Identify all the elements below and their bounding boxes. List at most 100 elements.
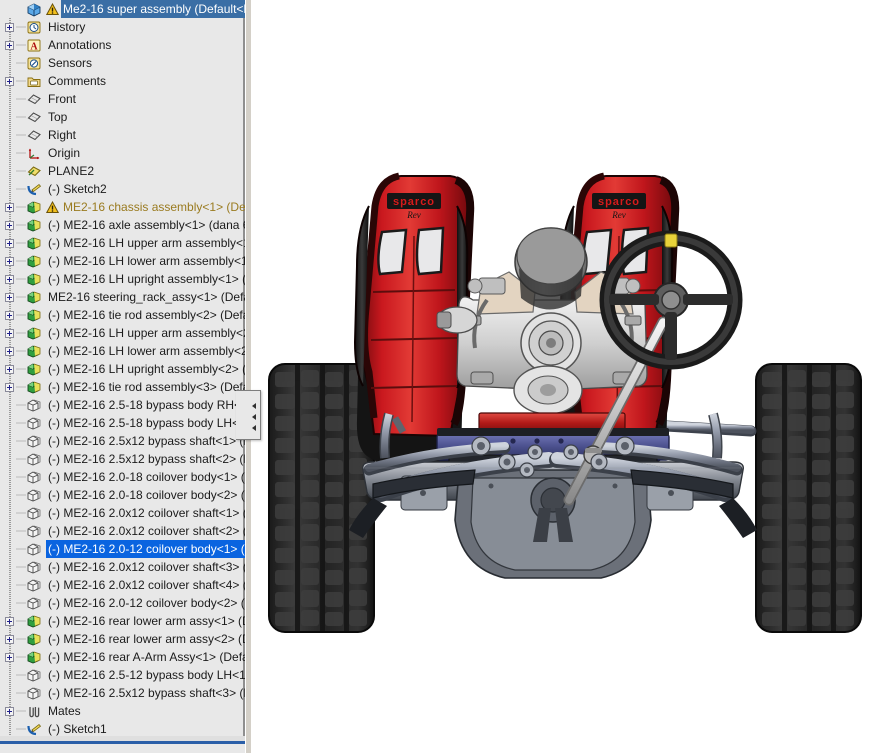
- expand-plus-icon[interactable]: [5, 293, 14, 302]
- feature-tree-item[interactable]: Origin: [0, 144, 245, 162]
- feature-tree-item-label: PLANE2: [46, 162, 96, 180]
- chevron-left-icon: [252, 403, 256, 409]
- expand-plus-icon[interactable]: [5, 23, 14, 32]
- tree-indent-spacer: [5, 473, 14, 482]
- part-icon: [26, 398, 43, 413]
- origin-axes-icon: [26, 146, 43, 161]
- feature-tree-item[interactable]: (-) ME2-16 LH lower arm assembly<1>: [0, 252, 245, 270]
- part-icon: [26, 452, 43, 467]
- tree-connector: [16, 360, 26, 378]
- expand-plus-icon[interactable]: [5, 329, 14, 338]
- tree-indent-spacer: [5, 455, 14, 464]
- expand-plus-icon[interactable]: [5, 311, 14, 320]
- feature-tree-item[interactable]: ME2-16 chassis assembly<1> (Defa: [0, 198, 245, 216]
- expand-plus-icon[interactable]: [5, 221, 14, 230]
- comments-folder-icon: [26, 74, 43, 89]
- assembly-icon: [26, 290, 43, 305]
- tree-connector: [16, 234, 26, 252]
- feature-tree-item[interactable]: Sensors: [0, 54, 245, 72]
- expand-plus-icon[interactable]: [5, 365, 14, 374]
- graphics-viewport[interactable]: sparco Rev sparco Rev: [251, 0, 874, 753]
- feature-tree-item-label: (-) ME2-16 LH upper arm assembly<1: [46, 234, 245, 252]
- feature-tree-item[interactable]: (-) ME2-16 2.0x12 coilover shaft<1> (D: [0, 504, 245, 522]
- feature-tree-item[interactable]: (-) ME2-16 tie rod assembly<3> (Defau: [0, 378, 245, 396]
- feature-tree-item[interactable]: Me2-16 super assembly (Default<Defa: [0, 0, 245, 18]
- part-icon: [26, 668, 43, 683]
- expand-plus-icon[interactable]: [5, 617, 14, 626]
- feature-tree-item[interactable]: (-) ME2-16 LH upper arm assembly<2: [0, 324, 245, 342]
- front-right-tire: [756, 364, 861, 632]
- chevron-left-icon: [252, 414, 256, 420]
- feature-tree-item[interactable]: (-) ME2-16 2.0-18 coilover body<2> (D: [0, 486, 245, 504]
- feature-tree-item[interactable]: (-) ME2-16 rear lower arm assy<2> (D: [0, 630, 245, 648]
- feature-tree-item[interactable]: (-) ME2-16 axle assembly<1> (dana 60: [0, 216, 245, 234]
- svg-text:Rev: Rev: [611, 210, 626, 220]
- feature-tree-item-label: (-) ME2-16 2.5x12 bypass shaft<3> (De: [46, 684, 245, 702]
- buggy-chassis-model: sparco Rev sparco Rev: [251, 0, 874, 753]
- feature-tree-item[interactable]: Right: [0, 126, 245, 144]
- assembly-root-icon: [26, 2, 43, 17]
- assembly-icon: [26, 308, 43, 323]
- expand-plus-icon[interactable]: [5, 203, 14, 212]
- plane-yellow-icon: [26, 164, 43, 179]
- expand-plus-icon[interactable]: [5, 275, 14, 284]
- tree-indent-spacer: [5, 437, 14, 446]
- feature-tree-item-label: Comments: [46, 72, 108, 90]
- feature-tree-item[interactable]: (-) ME2-16 tie rod assembly<2> (Defau: [0, 306, 245, 324]
- expand-plus-icon[interactable]: [5, 41, 14, 50]
- feature-tree-item[interactable]: (-) ME2-16 2.5-18 bypass body RH<1>: [0, 396, 245, 414]
- feature-tree-item[interactable]: (-) Sketch1: [0, 720, 245, 736]
- feature-tree-item[interactable]: (-) ME2-16 2.5-18 bypass body LH<1>: [0, 414, 245, 432]
- feature-tree-item[interactable]: (-) ME2-16 LH upright assembly<1> (: [0, 270, 245, 288]
- tree-connector: [16, 504, 26, 522]
- solidworks-window: Me2-16 super assembly (Default<DefaHisto…: [0, 0, 874, 753]
- tree-indent-spacer: [5, 131, 14, 140]
- part-icon: [26, 560, 43, 575]
- feature-tree-scroll-area[interactable]: Me2-16 super assembly (Default<DefaHisto…: [0, 0, 245, 736]
- expand-plus-icon[interactable]: [5, 77, 14, 86]
- tree-connector: [16, 720, 26, 736]
- feature-tree-item[interactable]: (-) Sketch2: [0, 180, 245, 198]
- feature-tree-item[interactable]: (-) ME2-16 2.0x12 coilover shaft<3> (D: [0, 558, 245, 576]
- feature-tree-item[interactable]: (-) ME2-16 2.5x12 bypass shaft<1> (De: [0, 432, 245, 450]
- feature-tree-item[interactable]: History: [0, 18, 245, 36]
- tree-indent-spacer: [5, 419, 14, 428]
- feature-tree-item[interactable]: (-) ME2-16 LH lower arm assembly<2>: [0, 342, 245, 360]
- feature-tree-item[interactable]: (-) ME2-16 2.0x12 coilover shaft<4> (D: [0, 576, 245, 594]
- feature-tree-item[interactable]: (-) ME2-16 rear lower arm assy<1> (D: [0, 612, 245, 630]
- feature-tree-item[interactable]: Top: [0, 108, 245, 126]
- tree-indent-spacer: [5, 401, 14, 410]
- feature-tree-item[interactable]: (-) ME2-16 LH upright assembly<2> (: [0, 360, 245, 378]
- feature-tree-item-label: Me2-16 super assembly (Default<Defa: [61, 0, 245, 18]
- svg-text:sparco: sparco: [598, 196, 640, 208]
- feature-tree-item[interactable]: (-) ME2-16 2.0-12 coilover body<1> (D: [0, 540, 245, 558]
- feature-tree-item[interactable]: PLANE2: [0, 162, 245, 180]
- feature-tree-item[interactable]: Mates: [0, 702, 245, 720]
- feature-tree-item[interactable]: (-) ME2-16 2.0-12 coilover body<2> (D: [0, 594, 245, 612]
- tree-connector: [16, 144, 26, 162]
- feature-tree-item[interactable]: (-) ME2-16 rear A-Arm Assy<1> (Defau: [0, 648, 245, 666]
- expand-plus-icon[interactable]: [5, 257, 14, 266]
- feature-tree-item[interactable]: AAnnotations: [0, 36, 245, 54]
- feature-tree-item[interactable]: ME2-16 steering_rack_assy<1> (Defau: [0, 288, 245, 306]
- feature-tree-item[interactable]: (-) ME2-16 2.0x12 coilover shaft<2> (D: [0, 522, 245, 540]
- assembly-icon: [26, 326, 43, 341]
- expand-plus-icon[interactable]: [5, 707, 14, 716]
- feature-tree-item[interactable]: (-) ME2-16 2.5-12 bypass body LH<1>: [0, 666, 245, 684]
- expand-plus-icon[interactable]: [5, 653, 14, 662]
- feature-tree-item[interactable]: Front: [0, 90, 245, 108]
- feature-tree-item[interactable]: (-) ME2-16 2.0-18 coilover body<1> (D: [0, 468, 245, 486]
- feature-tree-item[interactable]: (-) ME2-16 2.5x12 bypass shaft<2> (De: [0, 450, 245, 468]
- tree-flyout-nub[interactable]: [236, 390, 261, 440]
- feature-tree-item-label: (-) ME2-16 2.0-12 coilover body<1> (D: [46, 540, 245, 558]
- assembly-icon: [26, 614, 43, 629]
- mates-paperclip-icon: [26, 704, 43, 719]
- expand-plus-icon[interactable]: [5, 635, 14, 644]
- feature-tree-item[interactable]: Comments: [0, 72, 245, 90]
- expand-plus-icon[interactable]: [5, 239, 14, 248]
- feature-tree-item[interactable]: (-) ME2-16 2.5x12 bypass shaft<3> (De: [0, 684, 245, 702]
- expand-plus-icon[interactable]: [5, 383, 14, 392]
- expand-plus-icon[interactable]: [5, 347, 14, 356]
- part-icon: [26, 488, 43, 503]
- feature-tree-item[interactable]: (-) ME2-16 LH upper arm assembly<1: [0, 234, 245, 252]
